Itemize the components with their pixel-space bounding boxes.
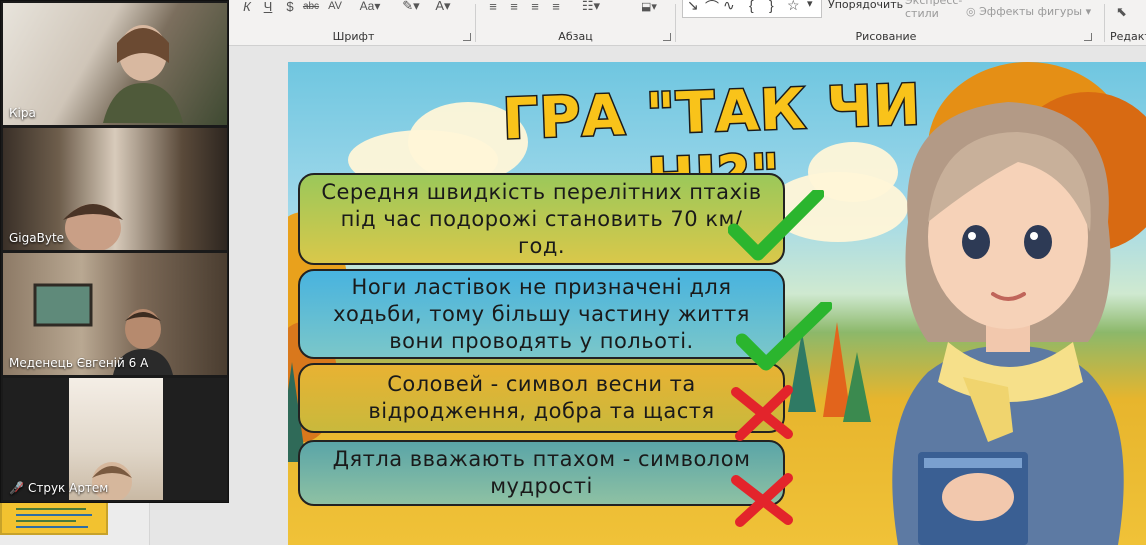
drawing-group-label: Рисование — [855, 30, 917, 43]
ribbon-separator — [1104, 4, 1105, 42]
participant-name: Кіра — [9, 106, 36, 120]
drawing-group: Рисование — [676, 0, 1096, 46]
participant-name: Струк Артем — [27, 481, 109, 495]
question-box-1[interactable]: Середня швидкість перелітних птахів під … — [298, 173, 785, 265]
participant-name-row: 🎤̸ Струк Артем — [9, 481, 108, 495]
font-group: Шрифт — [232, 0, 475, 46]
slide-thumbnail[interactable] — [0, 500, 108, 535]
editing-group: Редакт — [1110, 0, 1146, 46]
video-gallery-panel: Кіра GigaByte Меденець Євгеній 6 А 🎤̸ Ст… — [0, 0, 229, 503]
thumbnail-line — [16, 520, 76, 522]
drawing-dialog-launcher-icon[interactable] — [1084, 33, 1092, 41]
participant-tile-4[interactable]: 🎤̸ Струк Артем — [3, 378, 227, 500]
muted-microphone-icon: 🎤̸ — [9, 481, 24, 495]
check-mark-icon — [728, 190, 824, 261]
aquarium-shape — [33, 283, 93, 327]
participant-tile-3[interactable]: Меденець Євгеній 6 А — [3, 253, 227, 375]
font-group-label: Шрифт — [332, 30, 375, 43]
thumbnail-line — [16, 514, 92, 516]
font-dialog-launcher-icon[interactable] — [463, 33, 471, 41]
cross-mark-icon — [731, 385, 793, 441]
participant-tile-2[interactable]: GigaByte — [3, 128, 227, 250]
editing-group-label: Редакт — [1110, 30, 1146, 43]
participant-figure — [103, 25, 183, 123]
pine-tree — [843, 352, 871, 422]
participant-figure — [63, 204, 123, 250]
participant-tile-1[interactable]: Кіра — [3, 3, 227, 125]
question-box-2[interactable]: Ноги ластівок не призначені для ходьби, … — [298, 269, 785, 359]
paragraph-dialog-launcher-icon[interactable] — [663, 33, 671, 41]
paragraph-group: Абзац — [476, 0, 675, 46]
thumbnail-line — [16, 526, 88, 528]
question-box-4[interactable]: Дятла вважають птахом - символом мудрост… — [298, 440, 785, 506]
paragraph-group-label: Абзац — [558, 30, 593, 43]
slide-canvas[interactable]: ГРА "ТАК ЧИ НІ?" Середня швидкість перел… — [288, 62, 1146, 545]
presentation-window: К Ч $ abc AV Aa▾ ✎▾ A▾ Шрифт ≡ ≡ ≡ ≡ ☷▾ … — [0, 0, 1146, 545]
thumbnail-line — [16, 508, 86, 510]
cross-mark-icon — [731, 473, 793, 527]
participant-name: GigaByte — [9, 231, 65, 245]
check-mark-icon — [736, 302, 832, 371]
question-box-3[interactable]: Соловей - символ весни та відродження, д… — [298, 363, 785, 433]
participant-name: Меденець Євгеній 6 А — [9, 356, 149, 370]
teacher-illustration — [892, 102, 1124, 545]
